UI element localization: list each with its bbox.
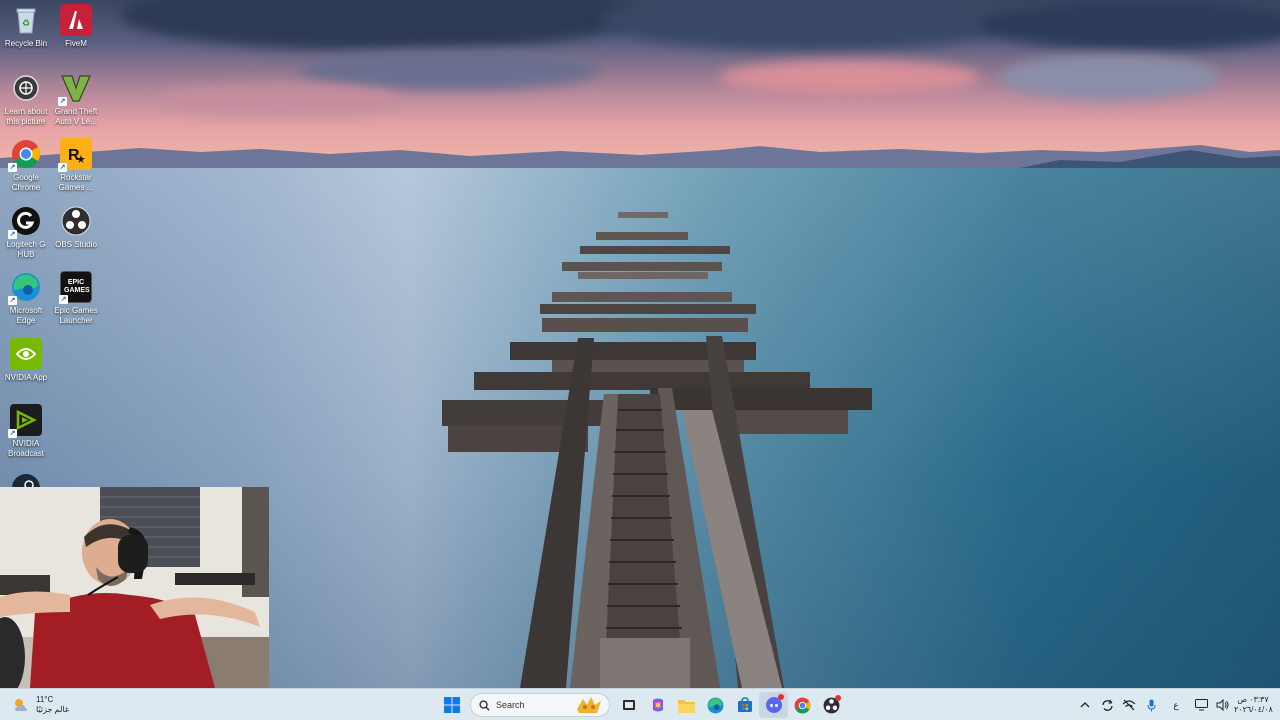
desktop-icon-label: Grand Theft Auto V Le... (54, 107, 98, 126)
nvidia-broadcast-icon: ↗ (8, 404, 42, 438)
shortcut-arrow-icon: ↗ (58, 97, 67, 106)
taskbar-center: Search (437, 692, 846, 718)
webcam-overlay (0, 487, 269, 688)
epic-games-logo-text: EPIC GAMES (64, 279, 90, 294)
desktop-icon-label: Learn about this picture (4, 107, 48, 126)
folder-icon (678, 699, 695, 713)
desktop-icon-label: Google Chrome (11, 173, 41, 192)
search-label: Search (496, 700, 525, 710)
desktop-icon-nvidia-broadcast[interactable]: ↗ NVIDIA Broadcast (0, 404, 52, 458)
obs-studio-icon (60, 205, 92, 237)
clock-date: ٢٠٢٦/٠٤/٠٨ (1234, 705, 1273, 714)
desktop-icon-label: Recycle Bin (4, 39, 48, 48)
search-highlight-icon (577, 697, 601, 713)
weather-partly-sunny-icon (15, 699, 27, 711)
svg-text:R: R (68, 147, 80, 164)
desktop-icon-gta-v[interactable]: ↗ Grand Theft Auto V Le... (50, 72, 102, 126)
tray-volume[interactable] (1212, 693, 1234, 717)
desktop-icon-rockstar-games[interactable]: R ↗ Rockstar Games ... (50, 138, 102, 192)
desktop-icon-label: Microsoft Edge (9, 306, 43, 325)
microsoft-store-icon (737, 697, 752, 712)
chrome-icon: ↗ (8, 138, 42, 172)
taskbar-edge[interactable] (701, 692, 730, 718)
shortcut-arrow-icon: ↗ (8, 230, 17, 239)
tray-sync[interactable] (1096, 693, 1118, 717)
tray-language[interactable]: ع (1162, 693, 1190, 717)
desktop-icon-recycle-bin[interactable]: ♻ Recycle Bin (0, 4, 52, 49)
show-hidden-icons-button[interactable] (1074, 693, 1096, 717)
nvidia-app-icon (10, 338, 42, 370)
desktop-icon-label: NVIDIA App (4, 373, 48, 382)
sync-icon (1101, 699, 1113, 711)
weather-temperature: 11°C (36, 695, 54, 704)
display-icon (1194, 699, 1208, 711)
gta-v-icon: ↗ (58, 72, 92, 106)
windows-logo-icon (443, 697, 460, 713)
shortcut-arrow-icon: ↗ (58, 163, 67, 172)
network-disconnected-icon (1122, 699, 1136, 711)
system-tray: ع ٠٣:٣٧ ص ٢٠٢٦/٠٤/٠٨ (1074, 693, 1273, 717)
taskbar-microsoft-store[interactable] (730, 692, 759, 718)
desktop-icon-fivem[interactable]: FiveM (50, 4, 102, 49)
tray-display[interactable] (1190, 693, 1212, 717)
fivem-icon (60, 4, 92, 36)
svg-text:♻: ♻ (22, 18, 30, 28)
shortcut-arrow-icon: ↗ (8, 163, 17, 172)
search-icon (479, 699, 490, 711)
task-view-icon (622, 700, 635, 710)
notification-badge (778, 694, 784, 700)
volume-icon (1216, 699, 1229, 711)
taskbar: 11°C غالم جزئيًا Search ع ٠٣:٣٧ ص ٢٠٢٦/٠… (0, 688, 1280, 720)
edge-icon (707, 697, 724, 713)
tray-microphone[interactable] (1140, 693, 1162, 717)
desktop-icon-learn-about-picture[interactable]: Learn about this picture (0, 72, 52, 126)
taskbar-copilot[interactable] (643, 692, 672, 718)
desktop-icon-google-chrome[interactable]: ↗ Google Chrome (0, 138, 52, 192)
logitech-g-hub-icon: ↗ (8, 205, 42, 239)
shortcut-arrow-icon: ↗ (8, 296, 17, 305)
weather-description: غالم جزئيًا (36, 705, 70, 714)
desktop-icon-label: OBS Studio (55, 240, 97, 249)
microphone-icon (1147, 699, 1155, 711)
taskbar-clock[interactable]: ٠٣:٣٧ ص ٢٠٢٦/٠٤/٠٨ (1234, 695, 1273, 715)
desktop-icon-microsoft-edge[interactable]: ↗ Microsoft Edge (0, 271, 52, 325)
desktop-icon-label: FiveM (65, 39, 87, 48)
start-button[interactable] (437, 692, 466, 718)
taskbar-file-explorer[interactable] (672, 692, 701, 718)
epic-games-icon: EPIC GAMES ↗ (59, 271, 92, 304)
copilot-icon (652, 698, 663, 712)
shortcut-arrow-icon: ↗ (8, 429, 17, 438)
shortcut-arrow-icon: ↗ (59, 295, 68, 304)
learn-about-picture-icon (10, 72, 42, 104)
desktop-icon-nvidia-app[interactable]: NVIDIA App (0, 338, 52, 383)
weather-widget[interactable]: 11°C غالم جزئيًا (12, 693, 69, 717)
desktop-icon-label: Logitech G HUB (6, 240, 46, 259)
desktop-icon-label: Rockstar Games ... (58, 173, 94, 192)
taskbar-discord[interactable] (759, 692, 788, 718)
rockstar-games-icon: R ↗ (58, 138, 92, 172)
recording-indicator (835, 695, 841, 701)
desktop-icon-logitech-g-hub[interactable]: ↗ Logitech G HUB (0, 205, 52, 259)
taskbar-search[interactable]: Search (470, 693, 610, 717)
taskbar-chrome[interactable] (788, 692, 817, 718)
recycle-bin-icon: ♻ (10, 4, 42, 36)
taskbar-obs-studio[interactable] (817, 692, 846, 718)
chrome-icon (794, 697, 811, 713)
chevron-up-icon (1080, 702, 1090, 708)
task-view-button[interactable] (614, 692, 643, 718)
desktop-icon-label: NVIDIA Broadcast (7, 439, 45, 458)
desktop-icon-obs-studio[interactable]: OBS Studio (50, 205, 102, 250)
edge-icon: ↗ (8, 271, 42, 305)
desktop-icon-label: Epic Games Launcher (54, 306, 98, 325)
webcam-feed (0, 487, 269, 688)
clock-time: ٠٣:٣٧ ص (1237, 695, 1269, 704)
tray-network[interactable] (1118, 693, 1140, 717)
desktop-icon-epic-games[interactable]: EPIC GAMES ↗ Epic Games Launcher (50, 271, 102, 325)
